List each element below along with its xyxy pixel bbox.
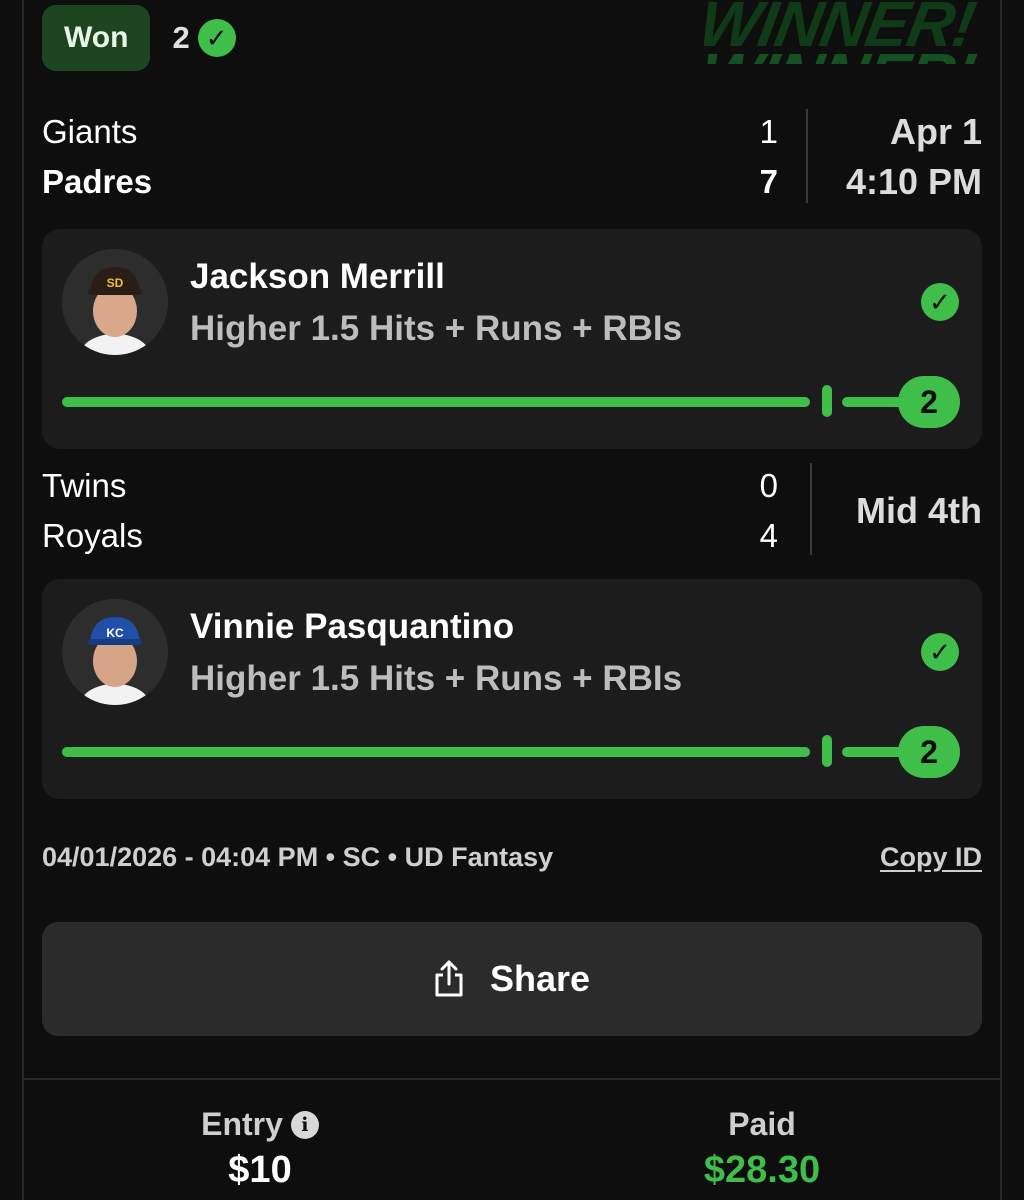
share-button[interactable]: Share: [42, 922, 982, 1036]
team-row: Royals 4: [42, 511, 782, 561]
game-date: Apr 1: [889, 111, 982, 152]
game-row-1: Giants 1 Padres 7 Apr 1 4:10 PM: [42, 107, 982, 207]
player-avatar: KC: [62, 599, 168, 705]
score-divider: [810, 463, 812, 555]
footer-divider: [22, 1078, 1002, 1080]
team-score: 7: [759, 163, 778, 200]
info-icon[interactable]: i: [290, 1110, 319, 1139]
entry-label-row: Entry i: [160, 1106, 360, 1143]
player-photo-padres-icon: SD: [62, 249, 168, 355]
result-value-bubble: 2: [898, 376, 960, 428]
pick-card[interactable]: KC Vinnie Pasquantino Higher 1.5 Hits + …: [42, 579, 982, 799]
team-score: 0: [759, 467, 778, 504]
progress-bar: [62, 747, 810, 757]
game-time: Apr 1 4:10 PM: [846, 107, 982, 207]
wins-count: 2: [172, 20, 190, 55]
winner-watermark-art: WINNER! WINNER!: [700, 0, 981, 64]
team-score: 1: [759, 113, 778, 150]
entry-meta: 04/01/2026 - 04:04 PM • SC • UD Fantasy …: [42, 842, 982, 873]
paid-label: Paid: [728, 1106, 796, 1142]
player-name: Vinnie Pasquantino: [190, 607, 515, 646]
team-row: Giants 1: [42, 107, 782, 157]
score-divider: [806, 109, 808, 203]
share-label: Share: [489, 958, 591, 999]
team-name: Twins: [42, 467, 127, 504]
entry-amount: Entry i $10: [160, 1106, 360, 1192]
paid-value: $28.30: [703, 1149, 821, 1191]
team-row: Twins 0: [42, 461, 782, 511]
pick-won-check-icon: ✓: [921, 283, 959, 321]
paid-amount: Paid $28.30: [642, 1106, 882, 1192]
frame-border-right: [1000, 0, 1002, 1200]
pick-card[interactable]: SD Jackson Merrill Higher 1.5 Hits + Run…: [42, 229, 982, 449]
entry-header: Won 2 ✓: [42, 5, 236, 71]
player-photo-royals-icon: KC: [62, 599, 168, 705]
entry-value: $10: [228, 1149, 292, 1191]
check-circle-icon: ✓: [197, 19, 236, 57]
team-name: Royals: [42, 517, 143, 554]
share-icon: [434, 960, 464, 998]
pick-line: Higher 1.5 Hits + Runs + RBIs: [190, 659, 683, 698]
team-name: Padres: [42, 163, 153, 200]
pick-line: Higher 1.5 Hits + Runs + RBIs: [190, 309, 683, 348]
team-score: 4: [759, 517, 778, 554]
game-start-time: 4:10 PM: [845, 161, 982, 202]
copy-id-link[interactable]: Copy ID: [880, 842, 982, 873]
entry-label: Entry: [201, 1106, 283, 1142]
svg-text:SD: SD: [107, 276, 124, 290]
player-avatar: SD: [62, 249, 168, 355]
svg-text:KC: KC: [106, 626, 124, 640]
line-marker: [822, 385, 832, 417]
player-name: Jackson Merrill: [190, 257, 445, 296]
wins-counter: 2 ✓: [172, 19, 236, 57]
result-value-bubble: 2: [898, 726, 960, 778]
line-marker: [822, 735, 832, 767]
progress-bar: [62, 397, 810, 407]
team-row: Padres 7: [42, 157, 782, 207]
pick-won-check-icon: ✓: [921, 633, 959, 671]
frame-border-left: [22, 0, 24, 1200]
entry-info: 04/01/2026 - 04:04 PM • SC • UD Fantasy: [42, 842, 554, 872]
game-row-2: Twins 0 Royals 4 Mid 4th: [42, 461, 982, 561]
team-name: Giants: [42, 113, 138, 150]
status-badge: Won: [42, 5, 151, 71]
game-status: Mid 4th: [856, 490, 982, 531]
